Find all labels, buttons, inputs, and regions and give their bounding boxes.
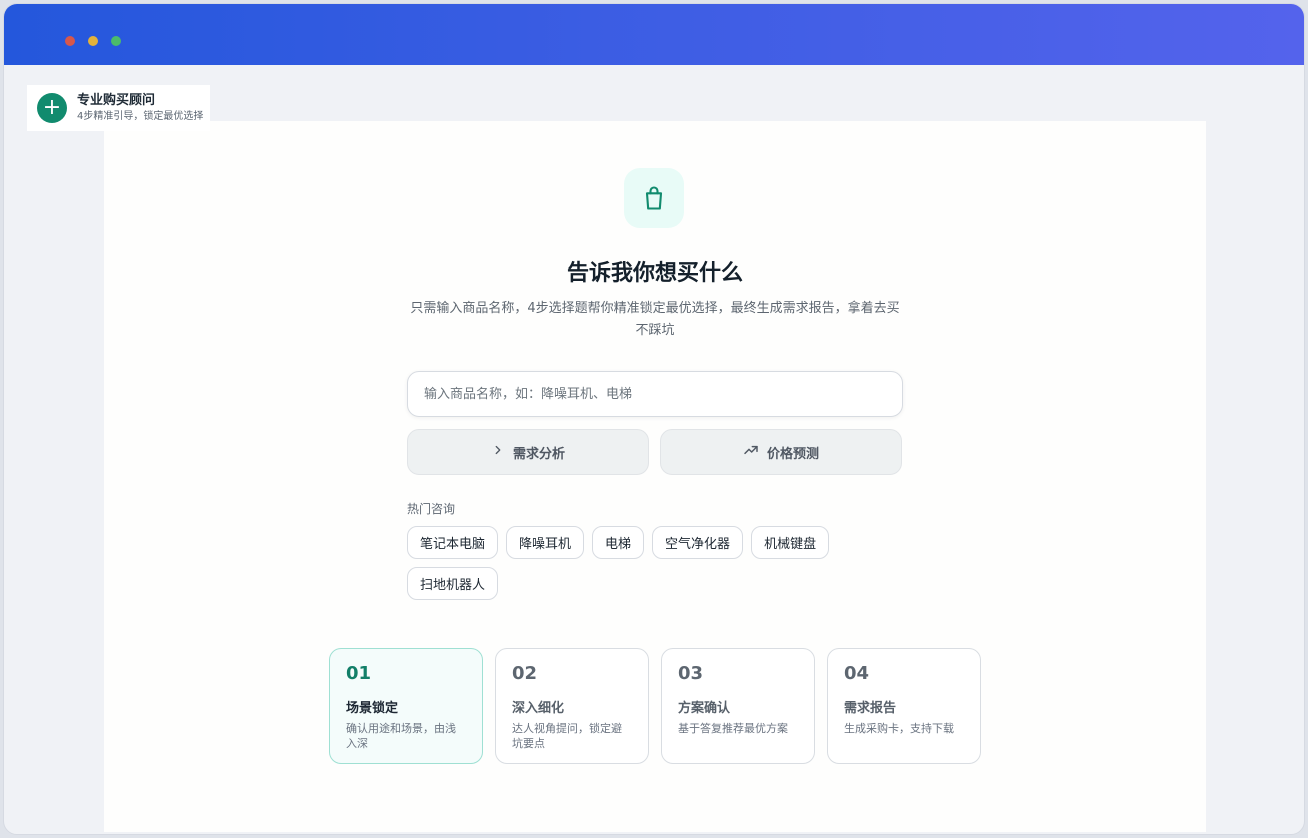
close-window-dot[interactable]	[65, 36, 75, 46]
step-description: 达人视角提问，锁定避坑要点	[512, 722, 622, 750]
search-input[interactable]	[407, 371, 903, 417]
step-card-1: 01 场景锁定 确认用途和场景，由浅入深	[329, 648, 483, 764]
step-number: 02	[512, 663, 538, 684]
trending-up-icon	[743, 442, 759, 462]
plus-icon: +	[37, 93, 67, 123]
minimize-window-dot[interactable]	[88, 36, 98, 46]
step-description: 生成采购卡，支持下载	[844, 722, 954, 735]
step-number: 04	[844, 663, 870, 684]
window-titlebar	[4, 4, 1304, 65]
step-description: 确认用途和场景，由浅入深	[346, 722, 456, 750]
step-title: 场景锁定	[346, 701, 399, 716]
hot-consult-list: 笔记本电脑 降噪耳机 电梯 空气净化器 机械键盘 扫地机器人	[407, 526, 927, 600]
brand-title: 专业购买顾问	[77, 93, 156, 109]
app-window: + 专业购买顾问 4步精准引导，锁定最优选择 告诉我你想买什么 只需输入商品名称…	[3, 3, 1305, 835]
step-description: 基于答复推荐最优方案	[678, 722, 788, 735]
step-card-3: 03 方案确认 基于答复推荐最优方案	[661, 648, 815, 764]
brand-subtitle: 4步精准引导，锁定最优选择	[77, 110, 204, 122]
step-title: 深入细化	[512, 701, 565, 716]
chevron-right-icon	[491, 443, 505, 461]
hot-chip-noise-cancel-headphones[interactable]: 降噪耳机	[506, 526, 585, 559]
brand-text: 专业购买顾问 4步精准引导，锁定最优选择	[77, 93, 204, 122]
hot-chip-elevator[interactable]: 电梯	[592, 526, 645, 559]
page-title: 告诉我你想买什么	[566, 261, 743, 286]
shopping-bag-icon	[624, 168, 684, 228]
brand-header: + 专业购买顾问 4步精准引导，锁定最优选择	[27, 85, 210, 131]
demand-analysis-label: 需求分析	[512, 446, 565, 462]
hot-chip-mechanical-keyboard[interactable]: 机械键盘	[751, 526, 830, 559]
step-card-2: 02 深入细化 达人视角提问，锁定避坑要点	[495, 648, 649, 764]
price-forecast-label: 价格预测	[766, 446, 819, 462]
maximize-window-dot[interactable]	[111, 36, 121, 46]
hot-chip-laptop[interactable]: 笔记本电脑	[407, 526, 499, 559]
step-card-4: 04 需求报告 生成采购卡，支持下载	[827, 648, 981, 764]
step-number: 03	[678, 663, 704, 684]
page-description: 只需输入商品名称，4步选择题帮你精准锁定最优选择，最终生成需求报告，拿着去买不踩…	[410, 301, 900, 338]
demand-analysis-button[interactable]: 需求分析	[407, 429, 649, 475]
step-title: 方案确认	[678, 701, 731, 716]
main-content: 告诉我你想买什么 只需输入商品名称，4步选择题帮你精准锁定最优选择，最终生成需求…	[104, 121, 1206, 832]
hot-chip-robot-vacuum[interactable]: 扫地机器人	[407, 567, 499, 600]
price-forecast-button[interactable]: 价格预测	[660, 429, 902, 475]
hot-chip-air-purifier[interactable]: 空气净化器	[652, 526, 744, 559]
step-cards: 01 场景锁定 确认用途和场景，由浅入深 02 深入细化 达人视角提问，锁定避坑…	[329, 648, 981, 764]
step-title: 需求报告	[844, 701, 897, 716]
hot-consult-label: 热门咨询	[407, 502, 456, 516]
step-number: 01	[346, 663, 372, 684]
